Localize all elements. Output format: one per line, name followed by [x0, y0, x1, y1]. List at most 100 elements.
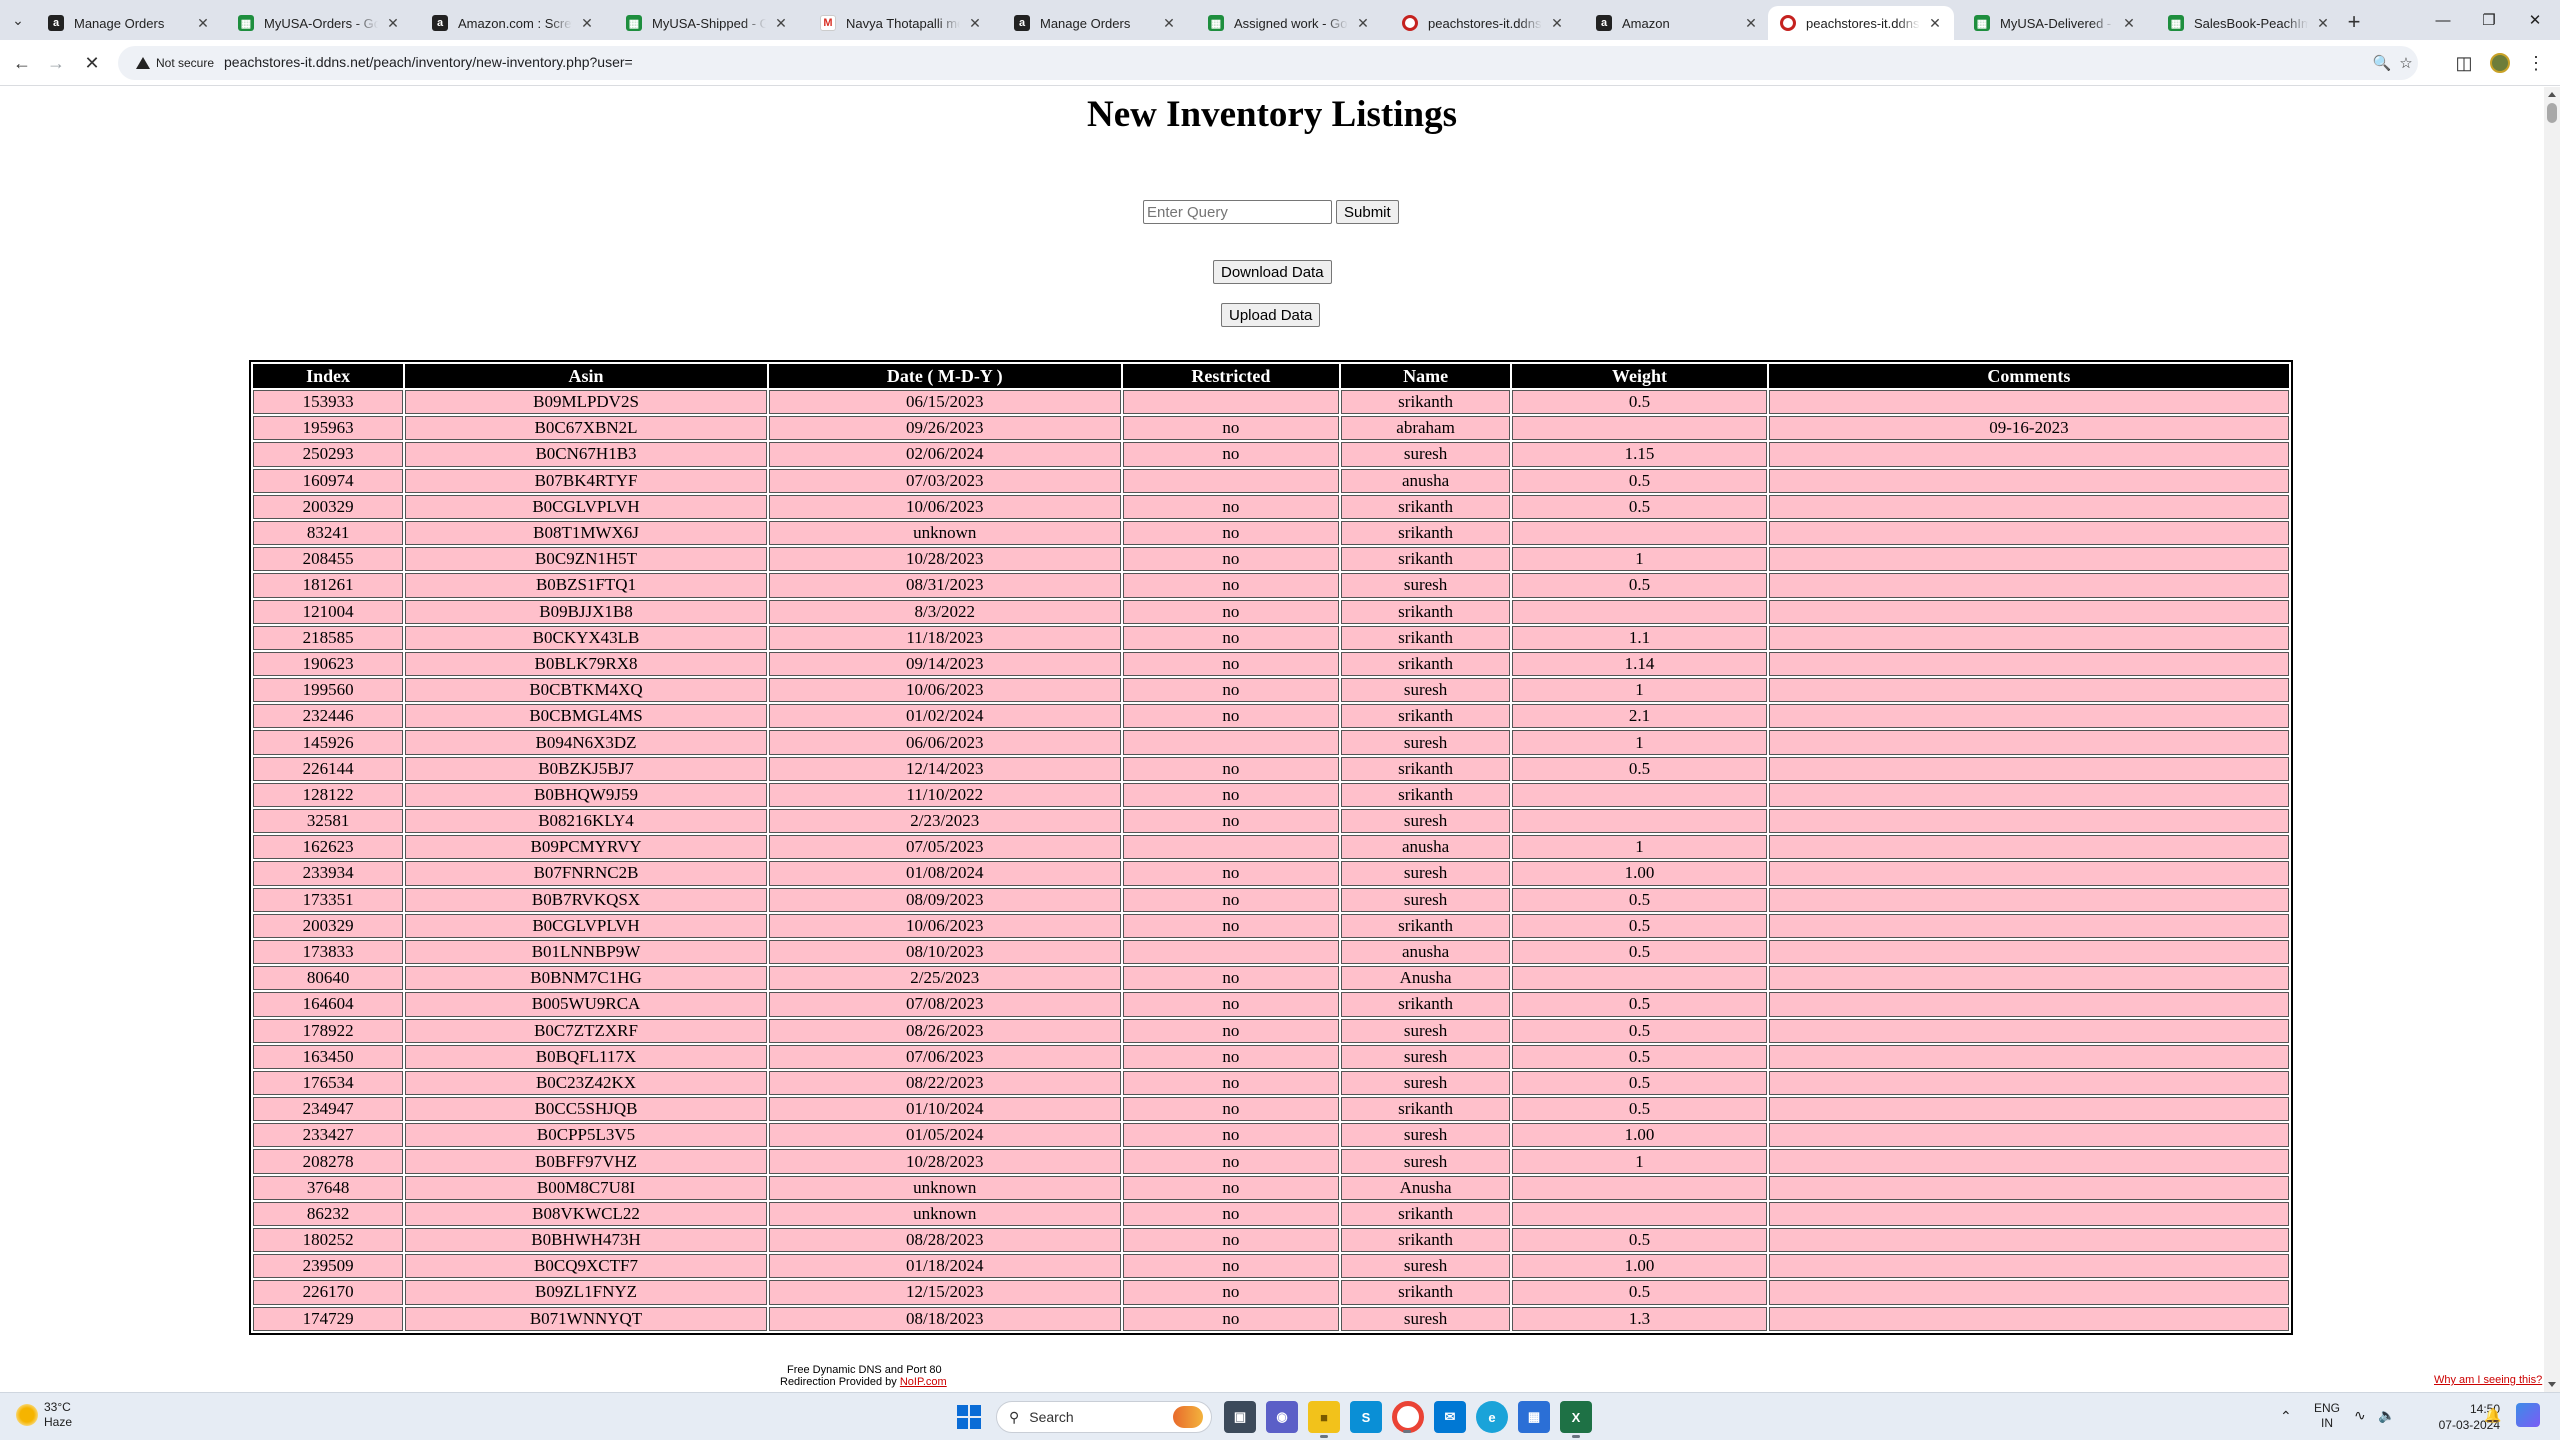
- why-am-i-seeing-this-link[interactable]: Why am I seeing this?: [2434, 1374, 2542, 1386]
- scroll-up-arrow-icon[interactable]: [2548, 92, 2556, 97]
- browser-tab[interactable]: ▦ SalesBook-PeachImports ✕: [2156, 6, 2342, 40]
- restore-icon[interactable]: ❐: [2466, 4, 2512, 36]
- cell-name: srikanth: [1340, 1228, 1511, 1253]
- edge-icon[interactable]: e: [1476, 1401, 1508, 1433]
- url-text[interactable]: peachstores-it.ddns.net/peach/inventory/…: [224, 54, 633, 70]
- excel-icon[interactable]: X: [1560, 1401, 1592, 1438]
- cell-comments: [1768, 1280, 2289, 1305]
- cell-name: suresh: [1340, 1044, 1511, 1069]
- tab-close-icon[interactable]: ✕: [2120, 14, 2138, 32]
- bookmark-star-icon[interactable]: ☆: [2394, 51, 2418, 75]
- teams-chat-icon[interactable]: ◉: [1266, 1401, 1298, 1433]
- cell-restricted: no: [1122, 625, 1339, 650]
- browser-tab[interactable]: a Amazon ✕: [1584, 6, 1770, 40]
- copilot-icon[interactable]: [2516, 1403, 2540, 1427]
- file-explorer-icon[interactable]: ■: [1308, 1401, 1340, 1438]
- browser-tab[interactable]: M Navya Thotapalli messaged you ✕: [808, 6, 994, 40]
- mail-icon[interactable]: ✉: [1434, 1401, 1466, 1433]
- side-panel-icon[interactable]: ◫: [2450, 49, 2478, 77]
- cell-weight: 1.00: [1512, 861, 1767, 886]
- window-close-icon[interactable]: ✕: [2512, 4, 2558, 36]
- volume-icon[interactable]: 🔈: [2378, 1407, 2395, 1424]
- microsoft-store-icon[interactable]: ▦: [1518, 1401, 1550, 1433]
- scroll-down-arrow-icon[interactable]: [2548, 1382, 2556, 1387]
- submit-button[interactable]: Submit: [1336, 200, 1399, 224]
- profile-avatar[interactable]: [2486, 49, 2514, 77]
- back-arrow-icon[interactable]: ←: [8, 49, 36, 77]
- table-row: 86232 B08VKWCL22 unknown no srikanth: [253, 1201, 2289, 1226]
- cell-index: 173833: [253, 939, 404, 965]
- vertical-scrollbar[interactable]: [2544, 87, 2560, 1392]
- cell-name: suresh: [1340, 1123, 1511, 1148]
- cell-asin: B0BZS1FTQ1: [405, 573, 767, 598]
- zoom-icon[interactable]: 🔍: [2370, 51, 2394, 75]
- browser-tab[interactable]: peachstores-it.ddns.net ✕: [1390, 6, 1576, 40]
- cell-restricted: no: [1122, 547, 1339, 572]
- cell-asin: B0CGLVPLVH: [405, 913, 767, 938]
- task-view-icon[interactable]: ▣: [1224, 1401, 1256, 1433]
- scrollbar-thumb[interactable]: [2547, 103, 2557, 123]
- tab-close-icon[interactable]: ✕: [2314, 14, 2332, 32]
- stop-loading-icon[interactable]: ✕: [78, 49, 106, 77]
- cell-comments: [1768, 1228, 2289, 1253]
- forward-arrow-icon[interactable]: →: [42, 49, 70, 77]
- browser-tab[interactable]: a Manage Orders ✕: [1002, 6, 1188, 40]
- menu-kebab-icon[interactable]: ⋮: [2522, 49, 2550, 77]
- cell-restricted: [1122, 390, 1339, 415]
- tab-close-icon[interactable]: ✕: [966, 14, 984, 32]
- cell-asin: B005WU9RCA: [405, 992, 767, 1017]
- start-windows-icon[interactable]: [953, 1401, 985, 1433]
- browser-tab[interactable]: ▦ MyUSA-Orders - Google Sheets ✕: [226, 6, 412, 40]
- cell-asin: B07BK4RTYF: [405, 468, 767, 493]
- tab-search-chevron-icon[interactable]: ⌄: [6, 8, 30, 32]
- minimize-icon[interactable]: —: [2420, 4, 2466, 36]
- browser-tab[interactable]: a Amazon.com : Screwdrivers ✕: [420, 6, 606, 40]
- table-row: 173351 B0B7RVKQSX 08/09/2023 no suresh 0.5: [253, 887, 2289, 912]
- tab-close-icon[interactable]: ✕: [578, 14, 596, 32]
- cell-comments: [1768, 520, 2289, 546]
- new-tab-plus-icon[interactable]: +: [2340, 8, 2368, 36]
- security-chip[interactable]: Not secure: [128, 51, 222, 75]
- cell-index: 80640: [253, 966, 404, 991]
- chrome-icon[interactable]: [1392, 1401, 1424, 1433]
- cell-weight: [1512, 1175, 1767, 1200]
- notification-bell-icon[interactable]: 🔔: [2484, 1407, 2501, 1424]
- tab-close-icon[interactable]: ✕: [1742, 14, 1760, 32]
- browser-tab[interactable]: ▦ Assigned work - Google Sheets ✕: [1196, 6, 1382, 40]
- cell-restricted: no: [1122, 442, 1339, 467]
- tab-close-icon[interactable]: ✕: [1548, 14, 1566, 32]
- tab-close-icon[interactable]: ✕: [384, 14, 402, 32]
- warning-triangle-icon: [136, 57, 150, 69]
- wifi-icon[interactable]: ∿: [2354, 1407, 2366, 1424]
- cell-asin: B00M8C7U8I: [405, 1175, 767, 1200]
- cell-name: srikanth: [1340, 992, 1511, 1017]
- cell-weight: 0.5: [1512, 756, 1767, 781]
- tab-close-icon[interactable]: ✕: [1926, 14, 1944, 32]
- address-bar[interactable]: Not secure peachstores-it.ddns.net/peach…: [118, 46, 2418, 80]
- download-data-button[interactable]: Download Data: [1213, 260, 1332, 284]
- language-indicator[interactable]: ENG IN: [2314, 1401, 2340, 1431]
- cell-restricted: [1122, 835, 1339, 860]
- cell-restricted: no: [1122, 599, 1339, 624]
- tab-close-icon[interactable]: ✕: [772, 14, 790, 32]
- cell-restricted: no: [1122, 756, 1339, 781]
- query-input[interactable]: [1143, 200, 1332, 224]
- cell-restricted: no: [1122, 1228, 1339, 1253]
- browser-tab[interactable]: peachstores-it.ddns.net ✕: [1768, 6, 1954, 40]
- tab-close-icon[interactable]: ✕: [1160, 14, 1178, 32]
- weather-widget[interactable]: 33°C Haze: [16, 1400, 72, 1430]
- skype-icon[interactable]: S: [1350, 1401, 1382, 1433]
- tab-close-icon[interactable]: ✕: [1354, 14, 1372, 32]
- browser-tab[interactable]: a Manage Orders ✕: [36, 6, 222, 40]
- cell-weight: [1512, 520, 1767, 546]
- cell-date: 08/26/2023: [768, 1018, 1121, 1043]
- cell-name: suresh: [1340, 1149, 1511, 1174]
- browser-tab[interactable]: ▦ MyUSA-Shipped - Google Sheets ✕: [614, 6, 800, 40]
- noip-link[interactable]: NoIP.com: [900, 1376, 947, 1388]
- taskbar-search-box[interactable]: ⚲ Search: [996, 1401, 1212, 1433]
- tab-close-icon[interactable]: ✕: [194, 14, 212, 32]
- upload-data-button[interactable]: Upload Data: [1221, 303, 1321, 327]
- show-hidden-icons-chevron-icon[interactable]: ⌃: [2280, 1408, 2292, 1425]
- cell-index: 162623: [253, 835, 404, 860]
- browser-tab[interactable]: ▦ MyUSA-Delivered - Google Sheets ✕: [1962, 6, 2148, 40]
